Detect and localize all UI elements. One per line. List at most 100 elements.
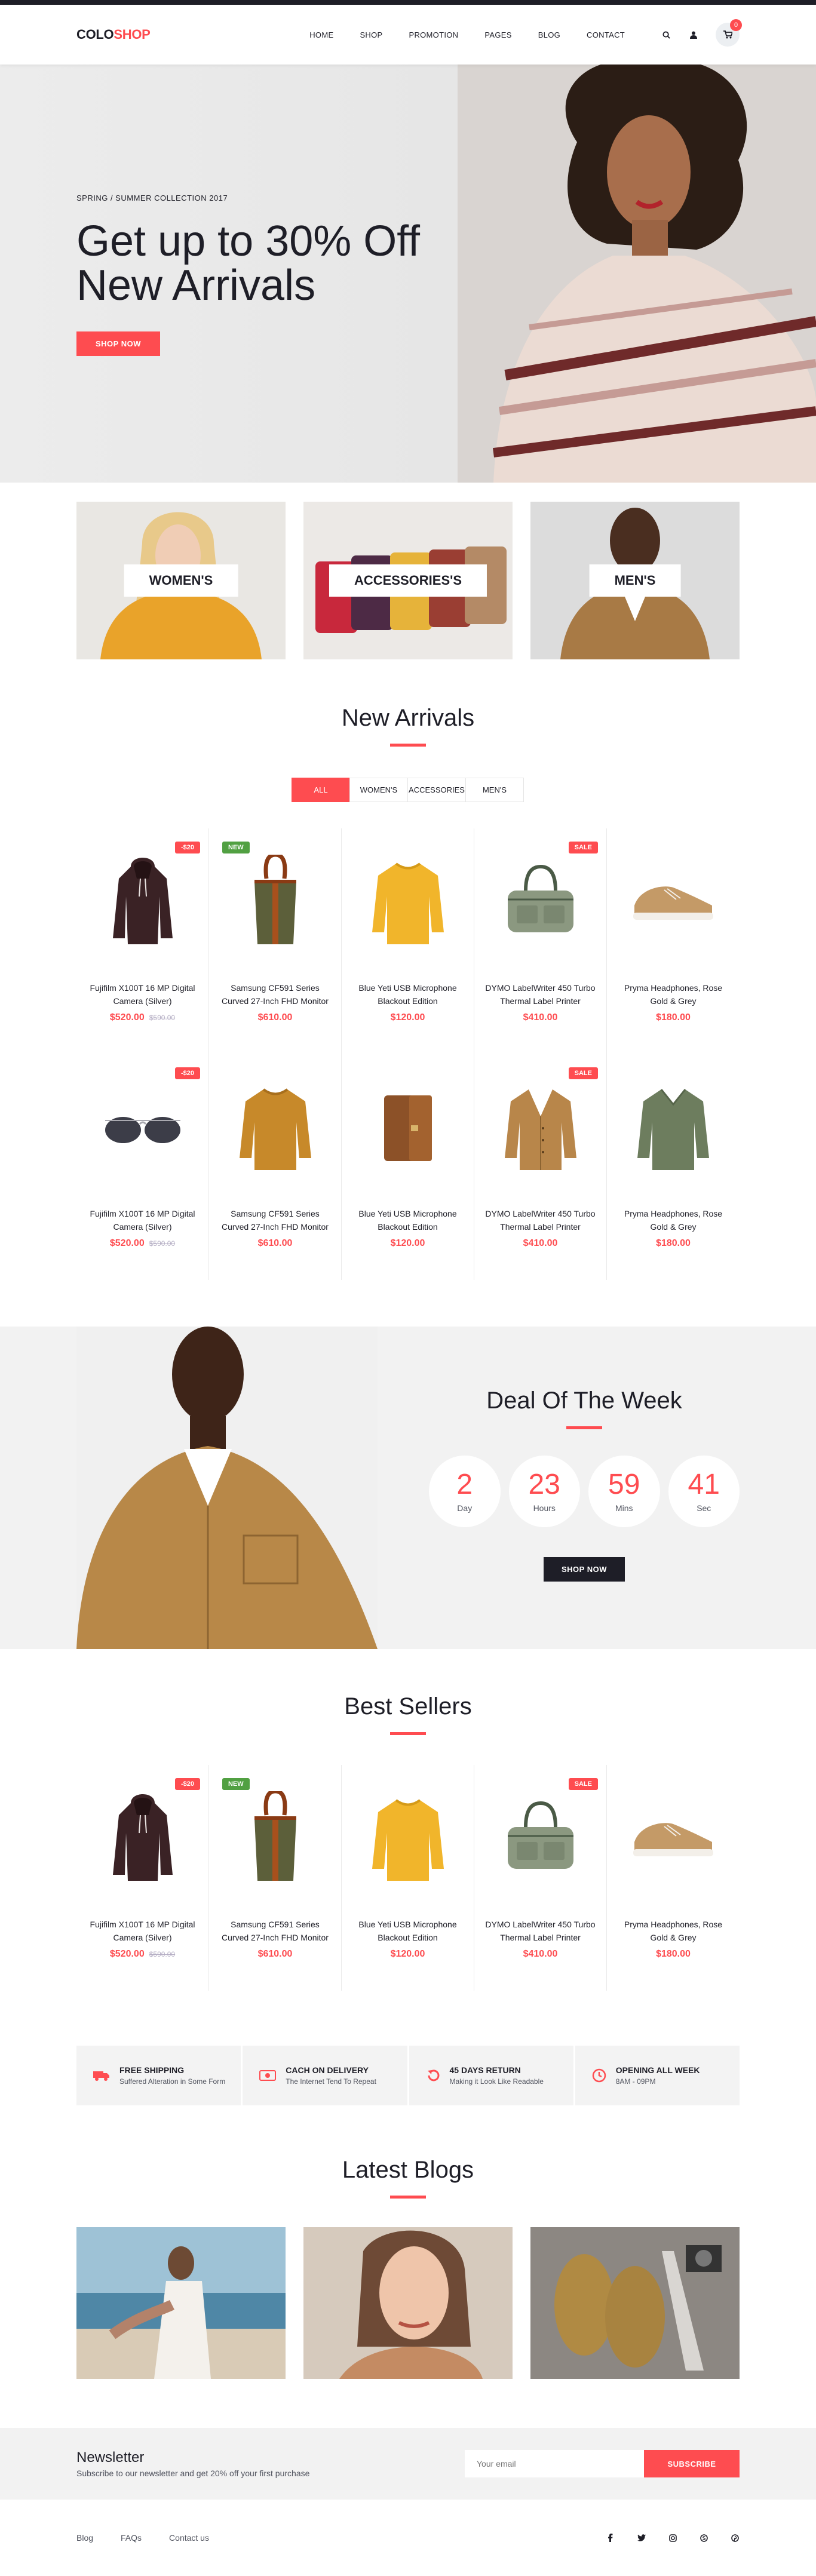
filter-all[interactable]: ALL <box>292 778 350 802</box>
blog-card-portrait[interactable] <box>303 2227 513 2379</box>
product-card[interactable]: Blue Yeti USB Microphone Blackout Editio… <box>342 828 474 1054</box>
product-card[interactable]: Pryma Headphones, Rose Gold & Grey $180.0… <box>607 1765 740 1991</box>
product-name[interactable]: Blue Yeti USB Microphone Blackout Editio… <box>342 1202 474 1233</box>
cart-count-badge: 0 <box>730 19 742 31</box>
product-price: $180.00 <box>607 1238 740 1249</box>
product-name[interactable]: DYMO LabelWriter 450 Turbo Thermal Label… <box>474 1202 606 1233</box>
product-card[interactable]: SALE DYMO LabelWriter 450 Turbo Thermal L… <box>474 1054 607 1280</box>
product-card[interactable]: -$20 Fujifilm X100T 16 MP Digital Camera … <box>76 828 209 1054</box>
deal-model-image <box>76 1327 378 1649</box>
category-men[interactable]: MEN'S <box>530 502 740 659</box>
timer-mins-value: 59 <box>608 1469 640 1500</box>
footer-link-contact[interactable]: Contact us <box>169 2533 209 2543</box>
logo[interactable]: COLOSHOP <box>76 27 151 42</box>
product-current-price: $410.00 <box>523 1238 558 1248</box>
product-card[interactable]: Samsung CF591 Series Curved 27-Inch FHD … <box>209 1054 342 1280</box>
product-filter-tabs: ALL WOMEN'S ACCESSORIES MEN'S <box>0 778 816 802</box>
product-card[interactable]: -$20 Fujifilm X100T 16 MP Digital Camera … <box>76 1765 209 1991</box>
product-card[interactable]: NEW Samsung CF591 Series Curved 27-Inch F… <box>209 828 342 1054</box>
product-card[interactable]: Blue Yeti USB Microphone Blackout Editio… <box>342 1765 474 1991</box>
category-women[interactable]: WOMEN'S <box>76 502 286 659</box>
nav-blog[interactable]: BLOG <box>538 30 560 39</box>
nav-home[interactable]: HOME <box>309 30 333 39</box>
product-card[interactable]: NEW Samsung CF591 Series Curved 27-Inch F… <box>209 1765 342 1991</box>
hero-title-line-2: New Arrivals <box>76 262 316 309</box>
product-name[interactable]: Samsung CF591 Series Curved 27-Inch FHD … <box>209 1913 341 1944</box>
product-price: $120.00 <box>342 1949 474 1960</box>
category-accessories[interactable]: ACCESSORIES'S <box>303 502 513 659</box>
nav-promotion[interactable]: PROMOTION <box>409 30 458 39</box>
product-current-price: $520.00 <box>109 1012 145 1023</box>
deal-shop-now-button[interactable]: SHOP NOW <box>544 1557 625 1582</box>
product-name[interactable]: Pryma Headphones, Rose Gold & Grey <box>607 977 740 1008</box>
product-name[interactable]: Blue Yeti USB Microphone Blackout Editio… <box>342 977 474 1008</box>
truck-icon <box>93 2071 109 2081</box>
product-name[interactable]: DYMO LabelWriter 450 Turbo Thermal Label… <box>474 977 606 1008</box>
product-name[interactable]: Pryma Headphones, Rose Gold & Grey <box>607 1913 740 1944</box>
product-name[interactable]: Pryma Headphones, Rose Gold & Grey <box>607 1202 740 1233</box>
benefit-title: CACH ON DELIVERY <box>286 2065 369 2075</box>
skype-icon[interactable] <box>699 2533 708 2543</box>
user-icon[interactable] <box>688 29 699 40</box>
new-arrivals-section: New Arrivals ALL WOMEN'S ACCESSORIES MEN… <box>0 705 816 1280</box>
product-card[interactable]: Pryma Headphones, Rose Gold & Grey $180.0… <box>607 1054 740 1280</box>
product-price: $410.00 <box>474 1238 606 1249</box>
hero-title-line-1: Get up to 30% Off <box>76 217 421 265</box>
product-card[interactable]: SALE DYMO LabelWriter 450 Turbo Thermal L… <box>474 1765 607 1991</box>
instagram-icon[interactable] <box>668 2533 677 2543</box>
product-price: $610.00 <box>209 1012 341 1023</box>
timer-hours-unit: Hours <box>533 1503 556 1513</box>
nav-contact[interactable]: CONTACT <box>587 30 625 39</box>
product-name[interactable]: Samsung CF591 Series Curved 27-Inch FHD … <box>209 1202 341 1233</box>
product-name[interactable]: Samsung CF591 Series Curved 27-Inch FHD … <box>209 977 341 1008</box>
product-current-price: $180.00 <box>656 1012 691 1023</box>
product-name[interactable]: Fujifilm X100T 16 MP Digital Camera (Sil… <box>76 1913 208 1944</box>
footer-link-faqs[interactable]: FAQs <box>121 2533 142 2543</box>
product-name[interactable]: DYMO LabelWriter 450 Turbo Thermal Label… <box>474 1913 606 1944</box>
subscribe-button[interactable]: SUBSCRIBE <box>644 2450 740 2477</box>
best-sellers-grid: -$20 Fujifilm X100T 16 MP Digital Camera … <box>76 1765 740 1991</box>
blog-card-shoes[interactable] <box>530 2227 740 2379</box>
product-image <box>342 1054 474 1202</box>
product-badge: -$20 <box>174 842 200 853</box>
filter-womens[interactable]: WOMEN'S <box>349 778 408 802</box>
product-current-price: $120.00 <box>390 1238 425 1248</box>
timer-mins: 59 Mins <box>588 1456 660 1527</box>
pinterest-icon[interactable] <box>730 2533 740 2543</box>
benefits-bar: FREE SHIPPING Suffered Alteration in Some… <box>76 2046 740 2105</box>
filter-accessories[interactable]: ACCESSORIES <box>407 778 466 802</box>
cart-button[interactable]: 0 <box>716 19 742 47</box>
blog-card-beach-couple[interactable] <box>76 2227 286 2379</box>
site-header: COLOSHOP HOME SHOP PROMOTION PAGES BLOG … <box>0 5 816 65</box>
newsletter-form: SUBSCRIBE <box>465 2450 740 2477</box>
product-card[interactable]: Blue Yeti USB Microphone Blackout Editio… <box>342 1054 474 1280</box>
product-current-price: $610.00 <box>257 1949 293 1959</box>
product-name[interactable]: Fujifilm X100T 16 MP Digital Camera (Sil… <box>76 977 208 1008</box>
facebook-icon[interactable] <box>606 2533 615 2543</box>
filter-mens[interactable]: MEN'S <box>465 778 524 802</box>
product-price: $180.00 <box>607 1949 740 1960</box>
product-badge: NEW <box>222 842 250 853</box>
benefit-subtitle: Suffered Alteration in Some Form <box>119 2077 226 2086</box>
hero-shop-now-button[interactable]: SHOP NOW <box>76 331 160 356</box>
footer-link-blog[interactable]: Blog <box>76 2533 93 2543</box>
new-arrivals-title: New Arrivals <box>341 705 475 731</box>
nav-shop[interactable]: SHOP <box>360 30 382 39</box>
nav-pages[interactable]: PAGES <box>484 30 511 39</box>
product-card[interactable]: Pryma Headphones, Rose Gold & Grey $180.0… <box>607 828 740 1054</box>
product-card[interactable]: SALE DYMO LabelWriter 450 Turbo Thermal L… <box>474 828 607 1054</box>
twitter-icon[interactable] <box>637 2533 646 2543</box>
product-current-price: $180.00 <box>656 1238 691 1248</box>
benefit-subtitle: The Internet Tend To Repeat <box>286 2077 376 2086</box>
newsletter-email-input[interactable] <box>465 2450 644 2477</box>
countdown-timer: 2 Day 23 Hours 59 Mins 41 Sec <box>429 1456 740 1527</box>
product-current-price: $610.00 <box>257 1012 293 1023</box>
category-men-label: MEN'S <box>589 564 681 597</box>
category-accessories-label: ACCESSORIES'S <box>329 564 487 597</box>
title-underline <box>390 1732 426 1735</box>
product-name[interactable]: Blue Yeti USB Microphone Blackout Editio… <box>342 1913 474 1944</box>
product-name[interactable]: Fujifilm X100T 16 MP Digital Camera (Sil… <box>76 1202 208 1233</box>
product-card[interactable]: -$20 Fujifilm X100T 16 MP Digital Camera … <box>76 1054 209 1280</box>
social-links <box>606 2533 740 2543</box>
search-icon[interactable] <box>661 29 671 40</box>
